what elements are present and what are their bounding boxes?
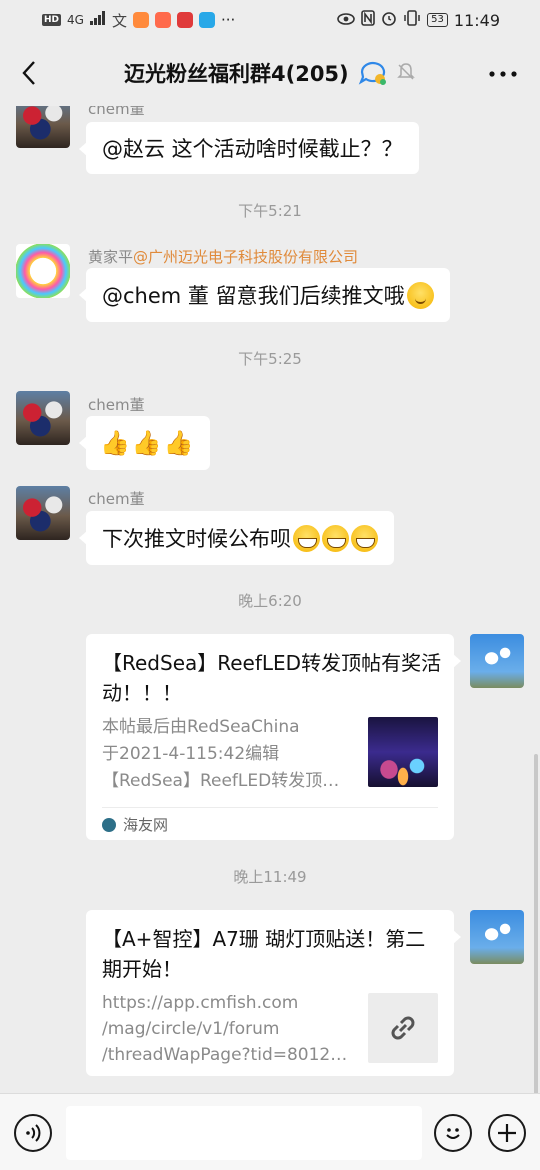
link-card-thumbnail [368,993,438,1063]
link-card-source: 海友网 [102,814,168,835]
more-notifications-icon: ··· [220,11,236,29]
hd-badge: HD [42,14,62,26]
link-icon [391,1016,415,1040]
link-card-desc-1: https://app.cmfish.com [102,993,299,1013]
message-input[interactable] [66,1106,422,1160]
plus-icon [498,1124,516,1142]
battery-indicator: 53 [427,13,448,27]
link-card-desc-2: 于2021-4-115:42编辑 [102,744,280,764]
avatar-chem[interactable] [16,486,70,540]
grin-emoji-icon [293,524,320,552]
grin-emoji-icon [351,524,378,552]
thumbs-up-icon: 👍 [131,429,162,457]
message-bubble[interactable]: 👍 👍 👍 [79,416,210,470]
avatar-self[interactable] [470,910,524,964]
timestamp: 下午5:25 [238,350,302,368]
alarm-icon [381,10,397,30]
emoji-button[interactable] [434,1114,472,1152]
thumbs-up-icon: 👍 [100,429,130,457]
link-card-desc-3: /threadWapPage?tid=80121… [102,1045,354,1065]
link-card-title: 【A+智控】A7珊 瑚灯顶贴送！第二期开始！ [102,927,426,981]
sender-name-text: 黄家平 [88,248,134,266]
link-card-thumbnail [368,717,438,787]
sender-name: 黄家平@广州迈光电子科技股份有限公司 [88,246,358,267]
status-bar-right: 53 11:49 [337,10,500,30]
avatar-self[interactable] [470,634,524,688]
timestamp: 晚上6:20 [238,592,302,610]
link-card-source-name: 海友网 [123,816,169,834]
link-card-title: 【RedSea】ReefLED转发顶帖有奖活动！！！ [102,651,442,705]
smiley-icon [446,1128,460,1139]
chat-title: 迈光粉丝福利群4(205) [124,62,349,86]
link-card-desc-2: /mag/circle/v1/forum [102,1019,280,1039]
more-actions-button[interactable] [488,1114,526,1152]
status-bar: HD 4G 文 ··· 53 11:49 [0,0,540,40]
message-text: @赵云 这个活动啥时候截止？？ [102,137,403,161]
app-icon-1 [132,12,149,28]
eye-icon [337,11,355,29]
timestamp: 晚上11:49 [233,868,307,886]
nfc-icon [361,10,375,30]
message-text: @chem 董 留意我们后续推文哦 [102,284,405,308]
link-card[interactable]: 【A+智控】A7珊 瑚灯顶贴送！第二期开始！ https://app.cmfis… [86,910,461,1076]
source-logo-icon [102,817,116,832]
link-card-desc-3: 【RedSea】ReefLED转发顶… [102,771,340,791]
message-text: 下次推文时候公布呗 [102,527,291,551]
mute-bell-icon [396,62,416,86]
more-options-button[interactable] [486,62,520,86]
link-card-divider [102,807,438,808]
link-card-desc-1: 本帖最后由RedSeaChina [102,717,300,737]
message-list[interactable]: chem董 @赵云 这个活动啥时候截止？？ 下午5:21 黄家平@广州迈光电子科… [0,106,540,1093]
more-dots-icon [489,71,517,77]
smile-emoji-icon [406,281,434,309]
voice-icon [26,1124,41,1142]
avatar-chem[interactable] [16,106,70,148]
chat-header: 迈光粉丝福利群4(205) [0,40,540,106]
timestamp: 下午5:21 [238,202,302,220]
app-icon-2 [154,12,171,28]
signal-icon [89,11,106,29]
avatar-chem[interactable] [16,391,70,445]
message-bubble[interactable]: @chem 董 留意我们后续推文哦 [79,268,450,322]
voice-input-button[interactable] [14,1114,52,1152]
app-icon-3 [176,12,193,28]
sender-company-tag: @广州迈光电子科技股份有限公司 [133,248,359,266]
grin-emoji-icon [322,524,349,552]
status-time: 11:49 [453,10,500,30]
status-bar-left: HD 4G 文 ··· [42,10,235,31]
input-bar [0,1093,540,1170]
scrollbar[interactable] [534,754,538,1093]
sender-name: chem董 [88,106,145,118]
back-button[interactable] [12,56,46,90]
message-bubble[interactable]: @赵云 这个活动啥时候截止？？ [79,122,419,174]
avatar-huang[interactable] [16,244,70,298]
network-label: 4G [67,13,84,27]
sender-name: chem董 [88,490,145,508]
vibrate-icon [403,10,421,30]
link-card[interactable]: 【RedSea】ReefLED转发顶帖有奖活动！！！ 本帖最后由RedSeaCh… [86,634,461,840]
sender-name: chem董 [88,396,145,414]
translate-app-icon: 文 [111,11,127,30]
thumbs-up-icon: 👍 [163,429,194,457]
enterprise-chat-icon[interactable] [358,60,388,90]
app-icon-4 [198,12,215,28]
chevron-left-icon [22,61,35,85]
message-bubble[interactable]: 下次推文时候公布呗 [79,511,394,565]
